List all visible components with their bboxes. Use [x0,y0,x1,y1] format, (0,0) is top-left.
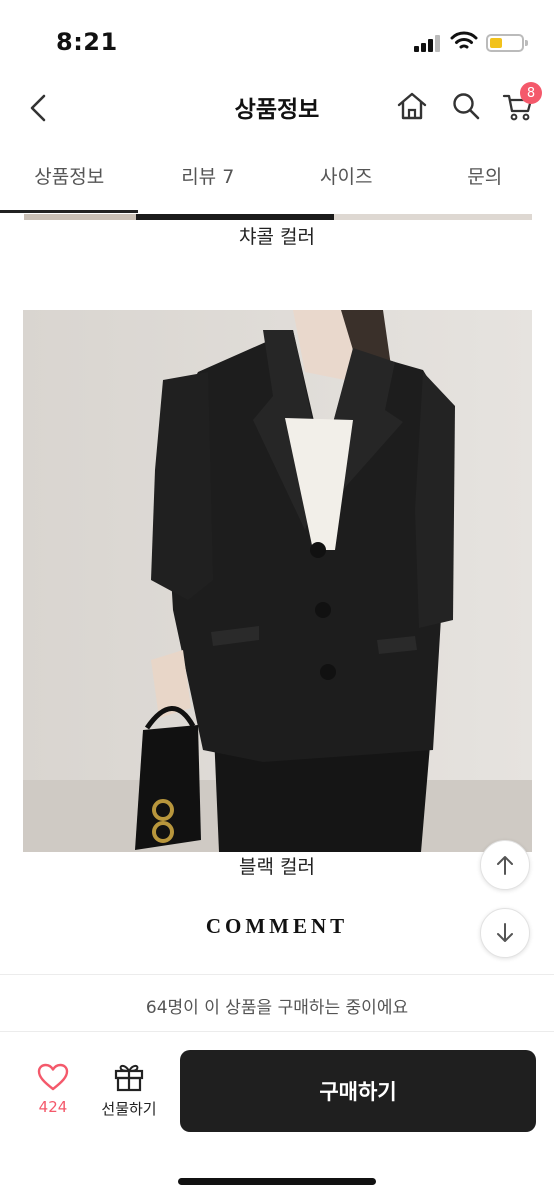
search-icon [453,93,480,120]
like-count: 424 [38,1098,68,1116]
back-arrow-icon [30,94,46,122]
gift-icon [114,1064,144,1092]
back-button[interactable] [18,88,58,128]
header: 상품정보 8 [0,80,554,136]
arrow-down-icon [497,923,513,942]
search-button[interactable] [446,86,486,126]
tab-inquiry[interactable]: 문의 [416,150,554,214]
tab-bar: 상품정보 리뷰 7 사이즈 문의 [0,150,554,214]
charcoal-product-image [24,214,532,220]
buy-button[interactable]: 구매하기 [180,1050,536,1132]
tab-size[interactable]: 사이즈 [277,150,416,214]
signal-icon [414,34,442,52]
battery-icon [486,34,528,52]
wifi-icon [450,30,478,56]
caption-black-color: 블랙 컬러 [239,856,315,878]
like-button[interactable]: 424 [28,1062,78,1122]
gift-label: 선물하기 [101,1100,157,1118]
tab-product-info[interactable]: 상품정보 [0,150,139,214]
status-bar: 8:21 [0,0,554,80]
comment-heading: COMMENT [205,914,349,938]
cart-count-badge: 8 [520,82,542,104]
home-button[interactable] [392,86,432,126]
gift-button[interactable]: 선물하기 [96,1062,162,1122]
status-time: 8:21 [56,28,118,56]
scroll-to-top-button[interactable] [480,840,530,890]
product-detail-content: 챠콜 컬러 블랙 컬러 COMMENT [0,214,554,974]
home-indicator [178,1178,376,1185]
heart-icon [37,1063,69,1091]
active-tab-indicator [0,210,138,213]
bottom-action-bar: 424 선물하기 구매하기 [0,1032,554,1200]
tab-reviews[interactable]: 리뷰 7 [139,150,278,214]
arrow-up-icon [497,856,513,875]
scroll-to-bottom-button[interactable] [480,908,530,958]
cart-button[interactable]: 8 [498,82,542,126]
caption-charcoal-color: 챠콜 컬러 [239,226,315,248]
live-viewers-notice: 64명이 이 상품을 구매하는 중이에요 [0,974,554,1032]
home-icon [397,92,427,120]
black-blazer-photo [23,310,532,852]
